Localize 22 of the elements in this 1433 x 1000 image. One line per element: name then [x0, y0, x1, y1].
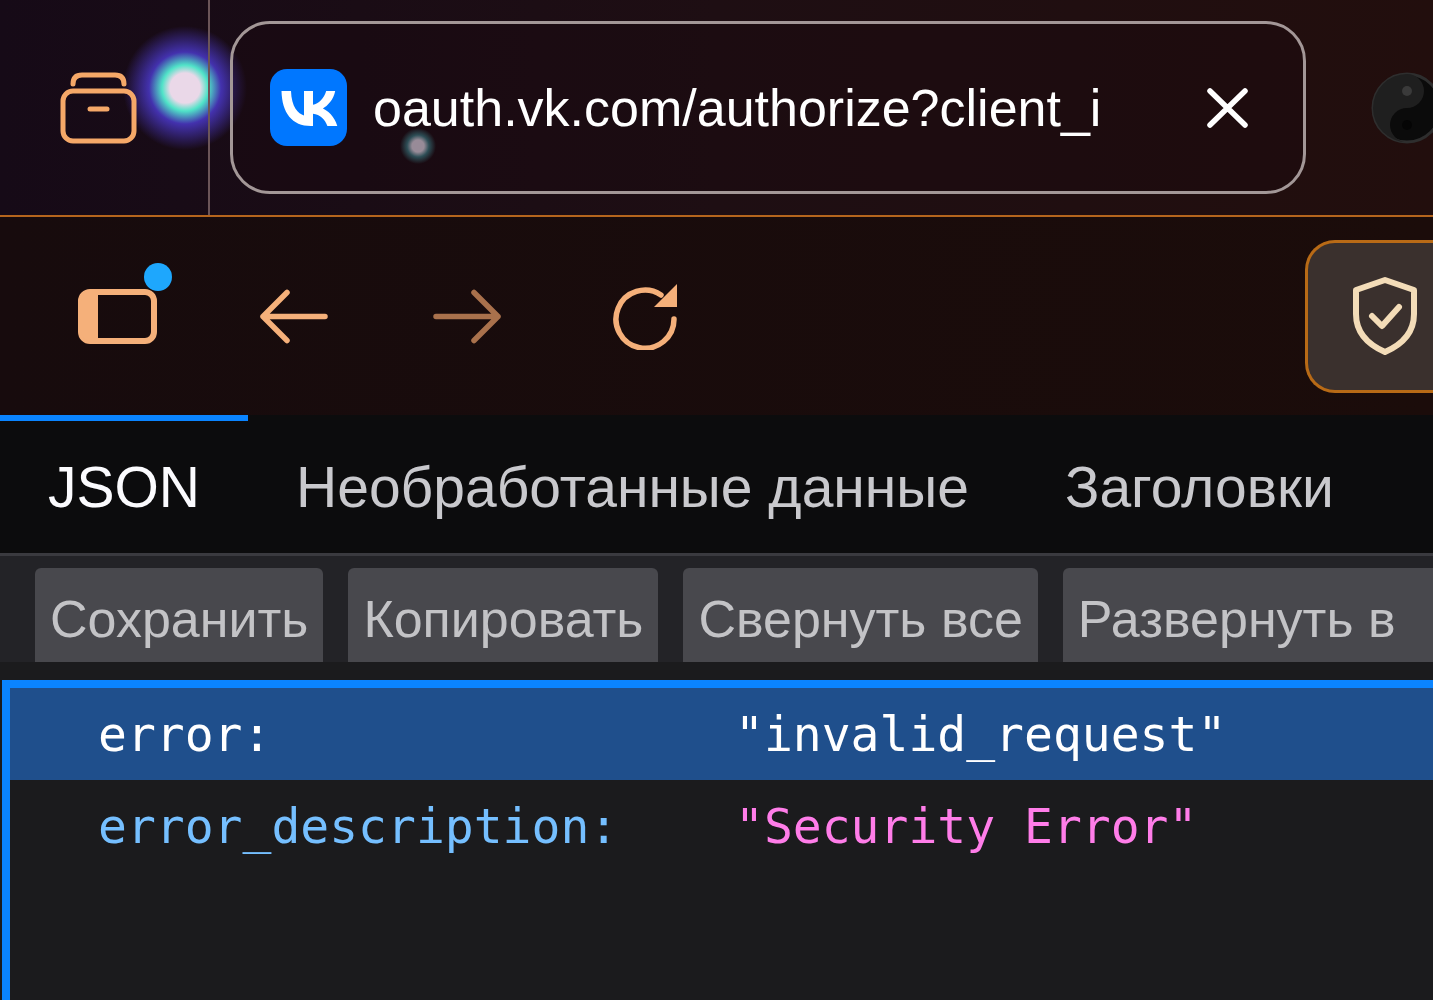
tab[interactable]: Заголовки [1016, 415, 1382, 553]
toolbar-button[interactable]: Сохранить [35, 568, 324, 662]
json-value: "Security Error" [735, 798, 1198, 854]
url-text[interactable]: oauth.vk.com/authorize?client_i [373, 77, 1205, 138]
toolbar-button[interactable]: Копировать [348, 568, 659, 662]
json-tree[interactable]: error: "invalid_request" error_description: "Security Error" [2, 680, 1433, 1000]
address-bar[interactable]: oauth.vk.com/authorize?client_i [230, 21, 1306, 194]
toolbar-button[interactable]: Свернуть все [683, 568, 1038, 662]
tree-row[interactable]: error: "invalid_request" [10, 688, 1433, 780]
back-arrow-icon[interactable] [258, 288, 328, 344]
tree-row[interactable]: error_description: "Security Error" [10, 780, 1433, 872]
shield-button[interactable] [1305, 239, 1433, 393]
close-icon[interactable] [1205, 86, 1250, 129]
sidebar-icon[interactable] [78, 288, 157, 344]
site-logo-icon [270, 69, 347, 146]
json-key: error: [98, 706, 272, 762]
json-value: "invalid_request" [735, 706, 1227, 762]
archive-box-icon[interactable] [60, 71, 137, 144]
tab[interactable]: Необработанные данные [248, 415, 1017, 553]
toolbar-button[interactable]: Развернуть в [1062, 568, 1433, 662]
shield-check-icon [1350, 276, 1420, 356]
json-key: error_description: [98, 798, 619, 854]
